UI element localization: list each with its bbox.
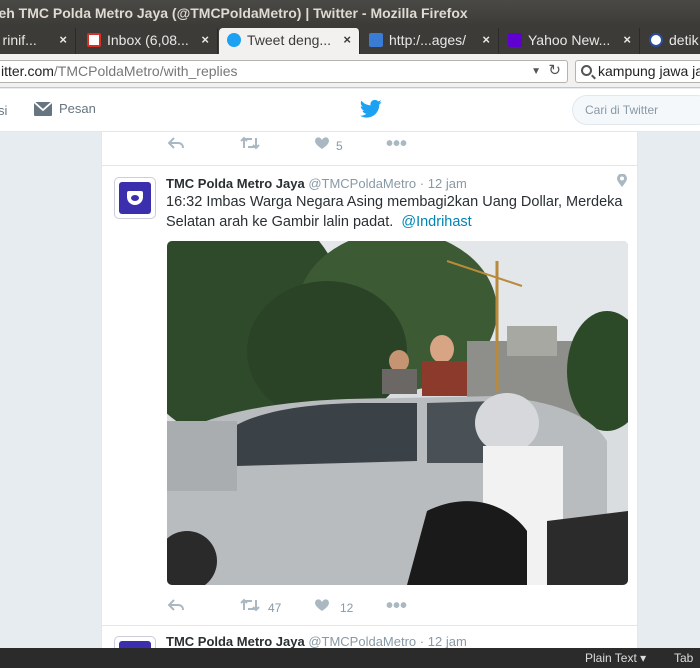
yahoo-icon (508, 33, 522, 47)
like-count: 12 (340, 601, 354, 615)
address-bar[interactable]: itter.com/TMCPoldaMetro/with_replies ▼ ↻ (0, 60, 568, 83)
syntax-mode-selector[interactable]: Plain Text ▾ (585, 648, 646, 668)
display-name[interactable]: TMC Polda Metro Jaya (166, 176, 305, 191)
street-scene-image (167, 241, 628, 585)
navigation-toolbar: itter.com/TMCPoldaMetro/with_replies ▼ ↻… (0, 54, 700, 88)
police-emblem-icon (119, 182, 151, 214)
prev-tweet-actions: 5 ••• (167, 134, 468, 158)
tab-4[interactable]: http:/...ages/ × (361, 28, 499, 54)
close-icon[interactable]: × (482, 28, 490, 52)
close-icon[interactable]: × (201, 28, 209, 52)
more-icon[interactable]: ••• (386, 134, 407, 154)
page-icon (369, 33, 383, 47)
tweet-text: 16:32 Imbas Warga Negara Asing membagi2k… (166, 192, 636, 232)
dropdown-arrow-icon[interactable]: ▼ (531, 61, 541, 82)
search-icon (581, 65, 592, 76)
twitter-bird-icon[interactable] (360, 99, 382, 119)
twitter-header: si Pesan Cari di Twitter (0, 89, 700, 132)
gmail-icon (87, 33, 101, 47)
retweet-icon[interactable] (240, 134, 260, 158)
tab-3[interactable]: Tweet deng... × (219, 28, 360, 54)
retweet-count: 47 (268, 601, 282, 615)
tab-3-label: Tweet deng... (247, 32, 332, 48)
messages-label: Pesan (59, 101, 96, 116)
more-icon[interactable]: ••• (386, 596, 407, 616)
tab-4-label: http:/...ages/ (389, 32, 467, 48)
reply-icon[interactable] (167, 134, 184, 158)
prev-like-count: 5 (336, 139, 343, 153)
tab-2-label: Inbox (6,08... (107, 32, 189, 48)
twitter-icon (227, 33, 241, 47)
search-value: kampung jawa ja (598, 63, 700, 79)
twitter-search-input[interactable]: Cari di Twitter (572, 95, 700, 125)
envelope-icon (33, 101, 53, 116)
tab-6[interactable]: detik (641, 28, 700, 54)
tweet-time[interactable]: 12 jam (428, 176, 467, 191)
mention-link[interactable]: @Indrihast (401, 214, 471, 230)
reply-icon[interactable] (167, 596, 184, 620)
url-path: /TMCPoldaMetro/with_replies (53, 63, 238, 79)
window-title-bar: oleh TMC Polda Metro Jaya (@TMCPoldaMetr… (0, 0, 700, 26)
tab-5[interactable]: Yahoo New... × (500, 28, 640, 54)
tab-1-label: - rinif... (0, 32, 37, 48)
close-icon[interactable]: × (343, 28, 351, 52)
next-tweet-header: TMC Polda Metro Jaya @TMCPoldaMetro · 12… (166, 634, 467, 649)
tweet-body: 16:32 Imbas Warga Negara Asing membagi2k… (166, 194, 623, 230)
user-handle[interactable]: @TMCPoldaMetro (308, 634, 416, 649)
tab-5-label: Yahoo New... (528, 32, 611, 48)
nav-item-messages[interactable]: Pesan (33, 101, 96, 117)
url-host: itter.com (1, 63, 54, 79)
tweet-header: TMC Polda Metro Jaya @TMCPoldaMetro · 12… (166, 176, 467, 191)
editor-status-bar: Plain Text ▾ Tab (0, 648, 700, 668)
close-icon[interactable]: × (623, 28, 631, 52)
tweet-time[interactable]: 12 jam (428, 634, 467, 649)
window-title: oleh TMC Polda Metro Jaya (@TMCPoldaMetr… (0, 5, 468, 21)
location-pin-icon[interactable] (616, 174, 628, 188)
tweet-actions: 47 12 ••• (167, 596, 468, 620)
tab-bar: - rinif... × Inbox (6,08... × Tweet deng… (0, 26, 700, 54)
tab-2[interactable]: Inbox (6,08... × (77, 28, 218, 54)
browser-search-input[interactable]: kampung jawa ja (575, 60, 700, 83)
retweet-icon[interactable] (240, 596, 260, 620)
tab-1[interactable]: - rinif... × (0, 28, 76, 54)
tab-width-selector[interactable]: Tab (674, 648, 693, 668)
tweet-photo[interactable] (167, 241, 628, 585)
tweet-divider (102, 165, 637, 166)
close-icon[interactable]: × (59, 28, 67, 52)
tweet-divider (102, 625, 637, 626)
display-name[interactable]: TMC Polda Metro Jaya (166, 634, 305, 649)
tweet-stream: 5 ••• TMC Polda Metro Jaya @TMCPoldaMetr… (101, 132, 638, 668)
like-icon[interactable] (314, 134, 330, 158)
nav-item-notifications[interactable]: si (0, 103, 7, 118)
reload-icon[interactable]: ↻ (548, 61, 561, 81)
like-icon[interactable] (314, 596, 330, 620)
detik-icon (649, 33, 663, 47)
tab-6-label: detik (669, 32, 699, 48)
user-handle[interactable]: @TMCPoldaMetro (308, 176, 416, 191)
avatar[interactable] (114, 177, 156, 219)
